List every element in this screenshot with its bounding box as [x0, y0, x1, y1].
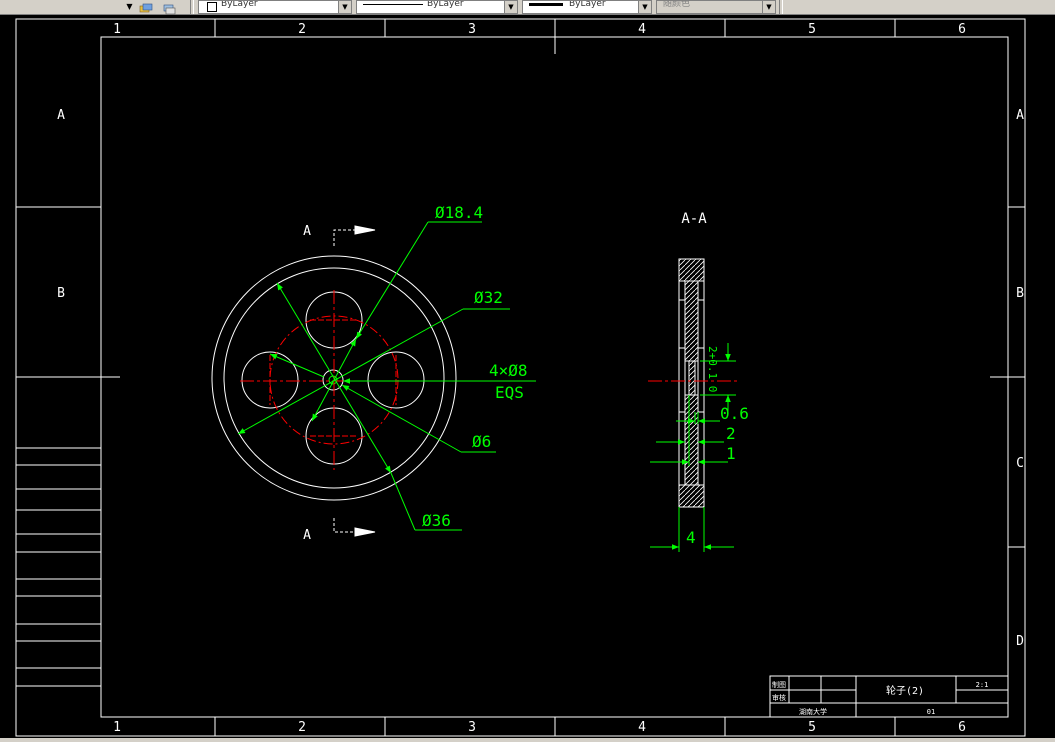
inner-border — [100, 36, 1009, 718]
linetype-sample — [363, 4, 423, 5]
toolbar-separator — [190, 0, 194, 14]
dim-0-6-label: 0.6 — [720, 404, 749, 423]
column-label: 5 — [808, 22, 816, 37]
part-name: 轮子(2) — [886, 684, 924, 697]
section-view-title: A-A — [681, 211, 707, 227]
plotstyle-combo[interactable]: 随颜色 ▼ — [656, 0, 776, 14]
color-swatch-icon — [207, 2, 217, 12]
column-label: 5 — [808, 720, 816, 735]
column-label: 4 — [638, 22, 646, 37]
drawn-by-label: 制图 — [772, 680, 786, 689]
layer-color-combo[interactable]: ByLayer ▼ — [198, 0, 352, 14]
column-label: 6 — [958, 22, 966, 37]
properties-toolbar: ▼ ByLayer ▼ ByLayer ▼ ByLayer ▼ 随颜色 ▼ — [0, 0, 1055, 15]
row-label: C — [1016, 456, 1024, 471]
chevron-down-icon[interactable]: ▼ — [504, 1, 517, 13]
plotstyle-value: 随颜色 — [663, 0, 691, 9]
front-view[interactable]: A A Ø18.4 Ø32 4×Ø8 EQS Ø6 Ø36 — [211, 203, 536, 543]
lineweight-sample — [529, 3, 563, 6]
sheet-number: 01 — [927, 708, 935, 716]
dim-2-tol-label: 2+0.1 0 — [706, 346, 719, 392]
layer-states-icon[interactable] — [139, 0, 153, 13]
column-label: 4 — [638, 720, 646, 735]
chevron-down-icon[interactable]: ▼ — [638, 1, 651, 13]
title-block[interactable]: 制图 审核 轮子(2) 2:1 湖南大学 01 — [769, 675, 1009, 718]
dim-d18-4-label: Ø18.4 — [435, 203, 483, 222]
lineweight-value: ByLayer — [569, 0, 606, 9]
command-line-edge — [0, 738, 1055, 742]
column-label: 6 — [958, 720, 966, 735]
linetype-combo[interactable]: ByLayer ▼ — [356, 0, 518, 14]
dim-d32-label: Ø32 — [474, 288, 503, 307]
school-name: 湖南大学 — [799, 707, 827, 716]
dim-4-label: 4 — [686, 528, 696, 547]
section-label: A — [303, 528, 311, 543]
column-label: 3 — [468, 720, 476, 735]
dim-holes-label: 4×Ø8 — [489, 361, 528, 380]
column-label: 2 — [298, 720, 306, 735]
layer-dropdown-arrow[interactable]: ▼ — [124, 1, 135, 12]
drawing-canvas[interactable]: 1 2 3 4 5 6 1 2 3 4 5 6 A B A B C D A A … — [0, 14, 1055, 738]
dim-eqs-label: EQS — [495, 383, 524, 402]
row-label: B — [57, 286, 65, 301]
layer-color-value: ByLayer — [221, 0, 258, 9]
grid-labels: 1 2 3 4 5 6 1 2 3 4 5 6 A B A B C D — [57, 22, 1024, 735]
row-label: A — [1016, 108, 1024, 123]
hub-circle — [322, 369, 344, 391]
section-view[interactable]: A-A 2+0.1 0 0.6 2 1 4 — [648, 211, 749, 552]
dim-d6-label: Ø6 — [472, 432, 491, 451]
section-hatched-regions — [678, 258, 705, 508]
column-label: 1 — [113, 720, 121, 735]
chevron-down-icon[interactable]: ▼ — [762, 1, 775, 13]
lineweight-combo[interactable]: ByLayer ▼ — [522, 0, 652, 14]
layer-previous-icon[interactable] — [162, 0, 176, 15]
dim-2-label: 2 — [726, 424, 736, 443]
scale-value: 2:1 — [976, 681, 989, 689]
column-label: 3 — [468, 22, 476, 37]
front-dim-texts: Ø18.4 Ø32 4×Ø8 EQS Ø6 Ø36 — [422, 203, 528, 530]
checked-by-label: 审核 — [772, 693, 786, 702]
chevron-down-icon[interactable]: ▼ — [338, 1, 351, 13]
dim-d36-label: Ø36 — [422, 511, 451, 530]
column-label: 2 — [298, 22, 306, 37]
dim-1-label: 1 — [726, 444, 736, 463]
center-lines — [240, 290, 425, 470]
column-label: 1 — [113, 22, 121, 37]
linetype-value: ByLayer — [427, 0, 464, 9]
toolbar-separator — [779, 0, 783, 14]
row-label: D — [1016, 634, 1024, 649]
section-label: A — [303, 224, 311, 239]
row-label: A — [57, 108, 65, 123]
row-label: B — [1016, 286, 1024, 301]
